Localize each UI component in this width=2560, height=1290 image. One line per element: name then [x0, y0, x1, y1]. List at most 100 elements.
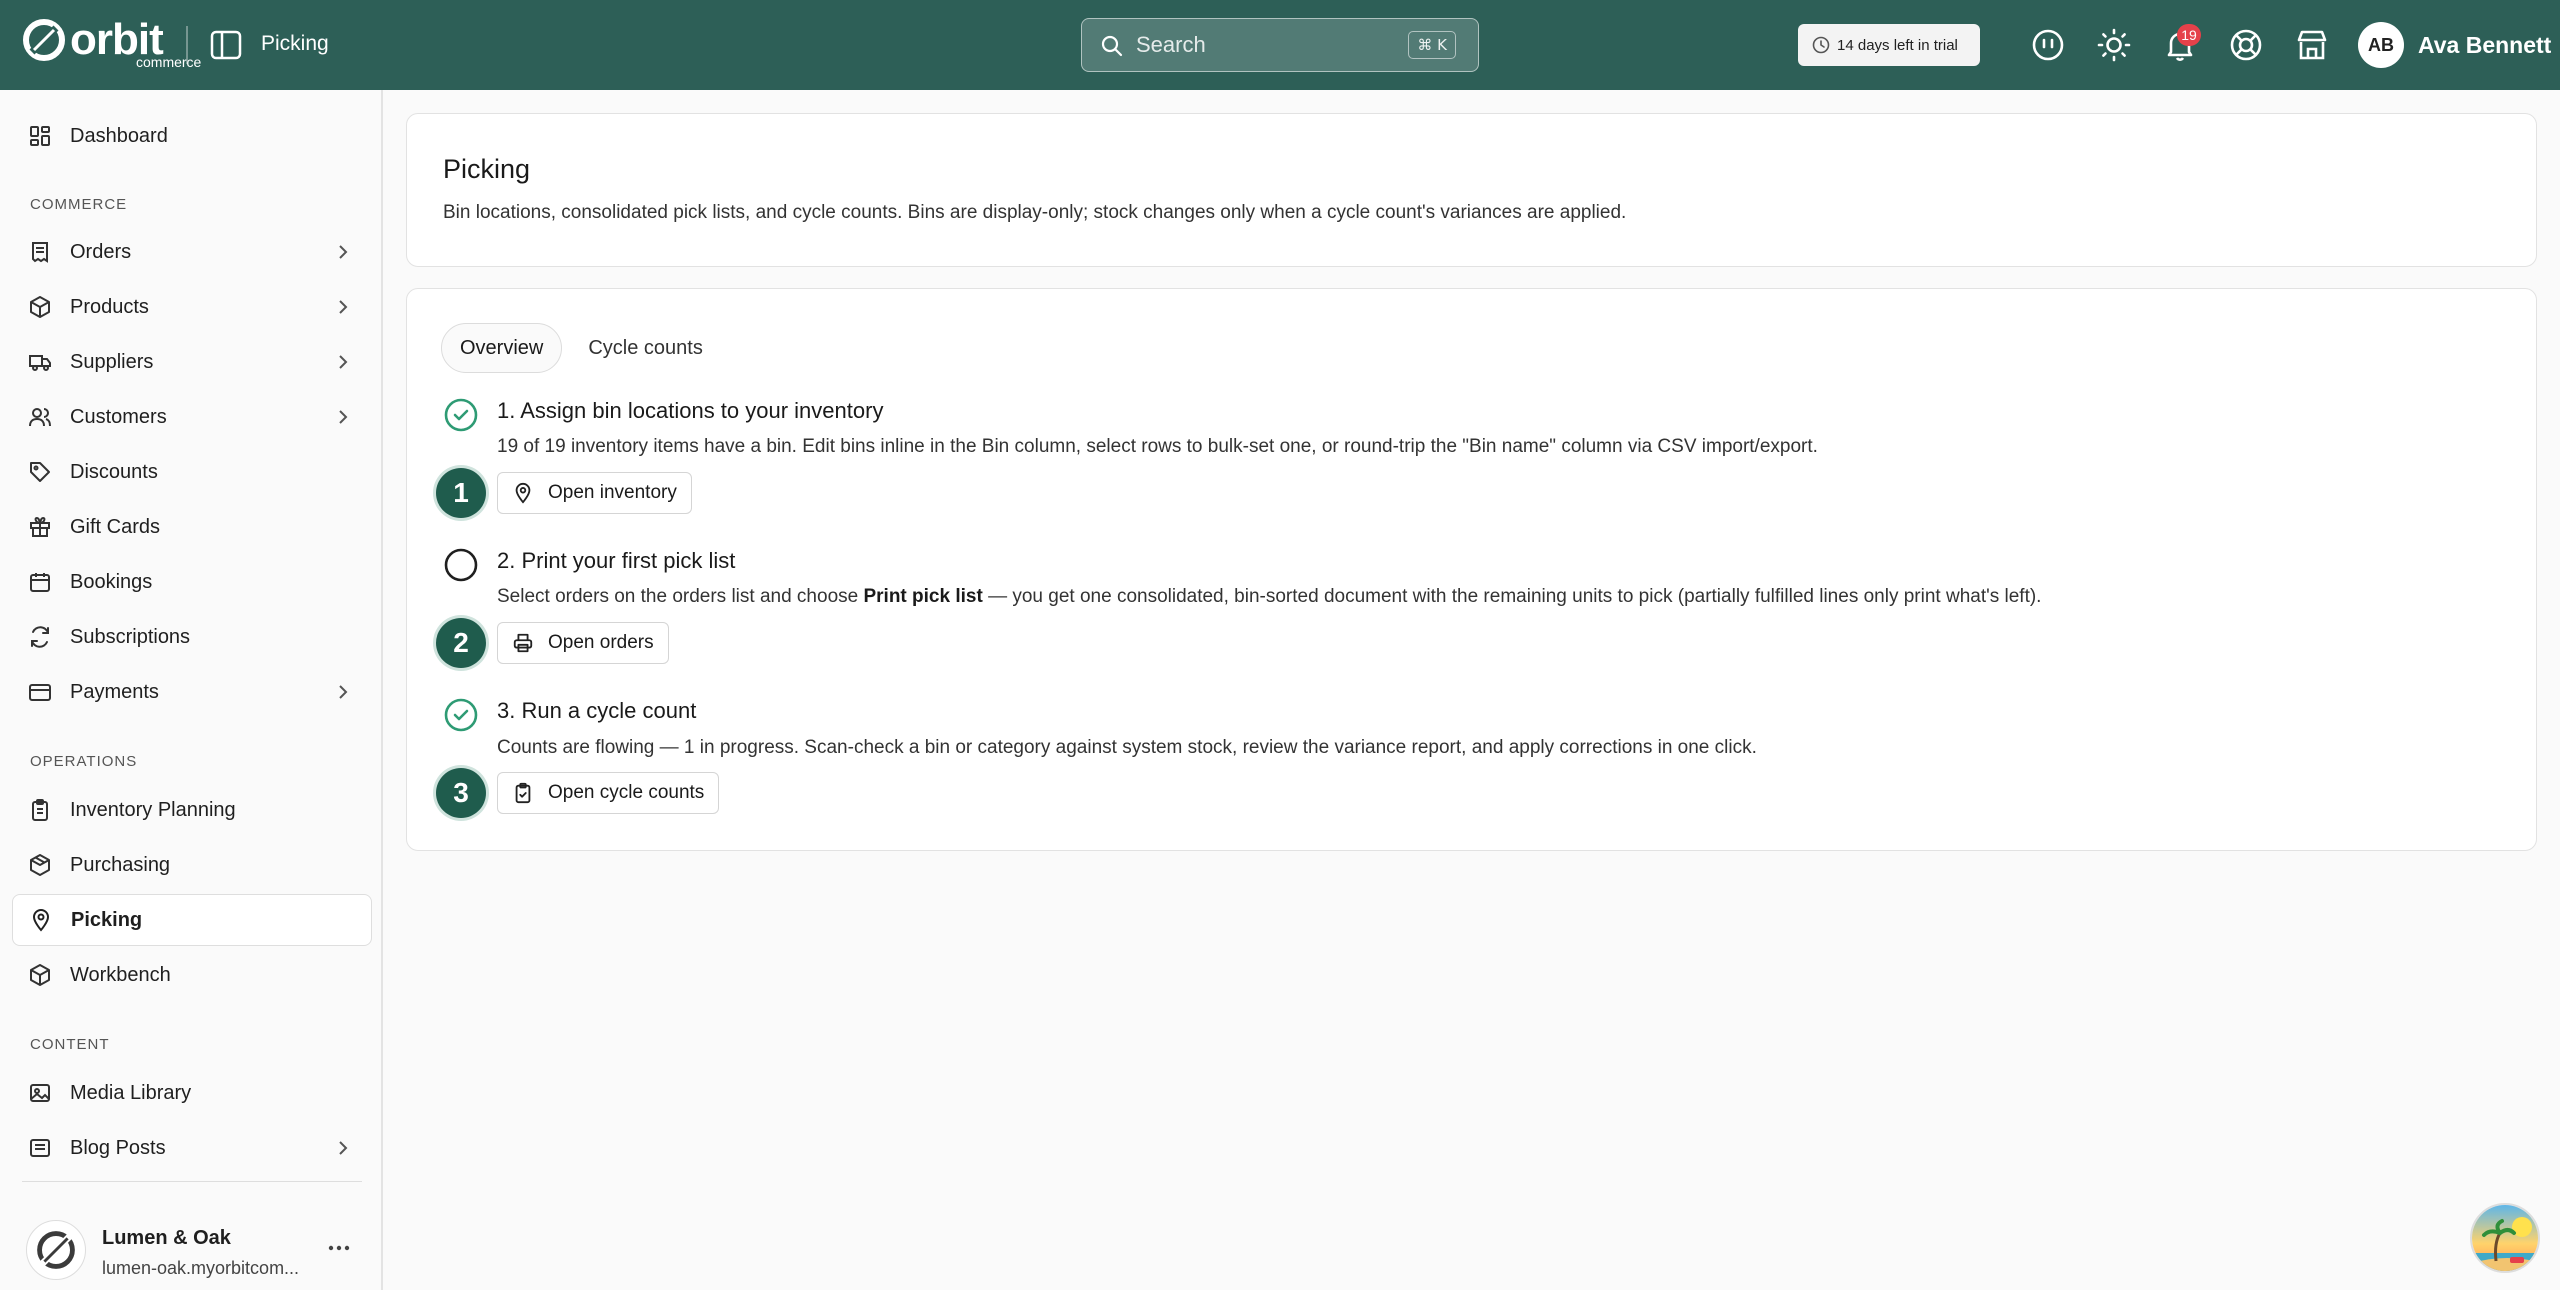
- topbar-page-title: Picking: [261, 32, 329, 55]
- receipt-icon: [32, 242, 48, 263]
- step-incomplete-circle-icon: [444, 548, 478, 582]
- chevron-right-icon: [339, 355, 348, 369]
- sidebar-item-label: Media Library: [70, 1081, 192, 1104]
- button-label: Open inventory: [548, 482, 677, 503]
- theme-sun-icon[interactable]: [2097, 28, 2131, 62]
- gift-icon: [30, 516, 50, 537]
- step-complete-check-icon: [444, 398, 478, 432]
- sidebar-item-label: Workbench: [70, 963, 171, 986]
- users-icon: [29, 408, 51, 427]
- sidebar-item-label: Picking: [71, 908, 143, 931]
- sidebar-item-label: Subscriptions: [70, 625, 191, 648]
- sidebar-item-label: Orders: [70, 240, 132, 263]
- storefront-icon[interactable]: [2295, 28, 2329, 62]
- page-description: Bin locations, consolidated pick lists, …: [443, 202, 1627, 223]
- step-1-number-badge: 1: [436, 468, 486, 518]
- sidebar-item-label: Blog Posts: [70, 1136, 166, 1159]
- trial-text: 14 days left in trial: [1837, 36, 1958, 54]
- sidebar-item-purchasing[interactable]: Purchasing: [12, 839, 372, 891]
- notification-count-badge: 19: [2177, 24, 2201, 46]
- step-1-title: 1. Assign bin locations to your inventor…: [497, 398, 884, 423]
- sidebar-item-label: Suppliers: [70, 350, 154, 373]
- step-3-number-badge: 3: [436, 768, 486, 818]
- topbar-divider: [186, 26, 188, 64]
- store-logo-icon: [26, 1220, 86, 1280]
- sidebar-item-products[interactable]: Products: [12, 281, 372, 333]
- tab-overview[interactable]: Overview: [441, 323, 563, 373]
- tab-cycle-counts[interactable]: Cycle counts: [570, 323, 721, 373]
- store-switcher[interactable]: Lumen & Oak lumen-oak.myorbitcom...: [16, 1200, 376, 1290]
- top-bar: orbit commerce Picking ⌘ K 14 days left …: [0, 0, 2560, 90]
- sidebar-item-suppliers[interactable]: Suppliers: [12, 336, 372, 388]
- sidebar-item-label: Products: [70, 295, 149, 318]
- dashboard-grid-icon: [30, 126, 50, 146]
- sidebar-item-orders[interactable]: Orders: [12, 226, 372, 278]
- sidebar-item-picking[interactable]: Picking: [12, 894, 372, 946]
- calendar-icon: [30, 573, 50, 592]
- sidebar-item-customers[interactable]: Customers: [12, 391, 372, 443]
- section-label-content: CONTENT: [30, 1036, 110, 1053]
- trial-badge[interactable]: 14 days left in trial: [1798, 24, 1980, 66]
- search-box[interactable]: ⌘ K: [1081, 18, 1479, 72]
- button-label: Open orders: [548, 632, 654, 653]
- sidebar-item-payments[interactable]: Payments: [12, 666, 372, 718]
- step-complete-check-icon: [444, 698, 478, 732]
- section-label-operations: OPERATIONS: [30, 753, 138, 770]
- print-pick-list-emphasis: Print pick list: [863, 586, 983, 607]
- sidebar-toggle-icon[interactable]: [210, 30, 242, 60]
- newspaper-icon: [30, 1139, 50, 1157]
- assistant-bot-icon[interactable]: [2031, 28, 2065, 62]
- sidebar-item-discounts[interactable]: Discounts: [12, 446, 372, 498]
- sidebar-item-media-library[interactable]: Media Library: [12, 1067, 372, 1119]
- sidebar-divider: [22, 1181, 362, 1182]
- step-3-description: Counts are flowing — 1 in progress. Scan…: [497, 737, 1757, 758]
- search-icon: [1101, 35, 1123, 57]
- step-3-title: 3. Run a cycle count: [497, 698, 697, 723]
- assistant-launcher[interactable]: [2470, 1203, 2540, 1273]
- sidebar-item-label: Bookings: [70, 570, 153, 593]
- sidebar-item-workbench[interactable]: Workbench: [12, 949, 372, 1001]
- sidebar-item-dashboard[interactable]: Dashboard: [12, 110, 372, 162]
- sidebar: Dashboard COMMERCE Orders Products Suppl…: [0, 90, 383, 1290]
- open-orders-button[interactable]: Open orders: [497, 622, 669, 664]
- clipboard-list-icon: [32, 799, 48, 821]
- logo-subtext: commerce: [136, 54, 202, 70]
- orbit-logo-icon: [23, 19, 65, 61]
- overview-card: Overview Cycle counts 1. Assign bin loca…: [406, 288, 2537, 851]
- sidebar-item-bookings[interactable]: Bookings: [12, 556, 372, 608]
- sidebar-item-label: Purchasing: [70, 853, 171, 876]
- open-cycle-counts-button[interactable]: Open cycle counts: [497, 772, 720, 814]
- clock-icon: [1812, 36, 1830, 54]
- sidebar-item-gift-cards[interactable]: Gift Cards: [12, 501, 372, 553]
- tag-icon: [30, 462, 50, 482]
- sidebar-item-label: Inventory Planning: [70, 798, 236, 821]
- more-horizontal-icon[interactable]: [324, 1236, 354, 1260]
- open-inventory-button[interactable]: Open inventory: [497, 472, 692, 514]
- printer-icon: [513, 633, 533, 653]
- map-pin-icon: [515, 482, 531, 504]
- package-icon: [30, 296, 50, 318]
- beach-sunset-icon: [2472, 1205, 2538, 1271]
- sidebar-item-label: Payments: [70, 680, 159, 703]
- map-pin-icon: [32, 909, 50, 932]
- button-label: Open cycle counts: [548, 782, 705, 803]
- search-input[interactable]: [1136, 29, 1396, 61]
- sidebar-item-blog-posts[interactable]: Blog Posts: [12, 1122, 372, 1174]
- refresh-icon: [31, 626, 49, 648]
- box-icon: [30, 854, 50, 876]
- cube-icon: [30, 964, 50, 986]
- store-url: lumen-oak.myorbitcom...: [102, 1258, 300, 1278]
- sidebar-item-label: Customers: [70, 405, 167, 428]
- wallet-icon: [29, 684, 51, 701]
- sidebar-item-inventory-planning[interactable]: Inventory Planning: [12, 784, 372, 836]
- user-avatar[interactable]: AB: [2358, 22, 2404, 68]
- chevron-right-icon: [339, 1141, 348, 1155]
- chevron-right-icon: [339, 300, 348, 314]
- chevron-right-icon: [339, 245, 348, 259]
- help-lifebuoy-icon[interactable]: [2229, 28, 2263, 62]
- tab-bar: Overview Cycle counts: [441, 323, 721, 375]
- sidebar-item-subscriptions[interactable]: Subscriptions: [12, 611, 372, 663]
- store-name: Lumen & Oak: [102, 1227, 231, 1249]
- user-name[interactable]: Ava Bennett: [2418, 32, 2551, 59]
- search-shortcut-badge: ⌘ K: [1408, 31, 1456, 59]
